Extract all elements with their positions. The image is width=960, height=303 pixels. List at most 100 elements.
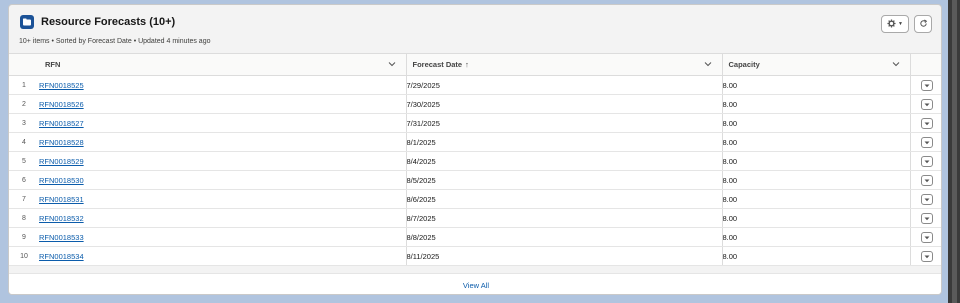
capacity-cell: 8.00 (722, 132, 911, 152)
table-row: 2 RFN0018526 7/30/2025 8.00 (9, 94, 941, 114)
row-actions-cell (910, 246, 941, 266)
forecast-date-cell: 7/30/2025 (406, 94, 723, 114)
chevron-down-icon[interactable] (892, 60, 900, 70)
row-number: 2 (9, 94, 39, 114)
forecast-date-cell: 8/5/2025 (406, 170, 723, 190)
table-row: 3 RFN0018527 7/31/2025 8.00 (9, 113, 941, 133)
row-number: 1 (9, 75, 39, 95)
row-actions-cell (910, 227, 941, 247)
row-action-menu-button[interactable] (920, 117, 933, 129)
table-row: 4 RFN0018528 8/1/2025 8.00 (9, 132, 941, 152)
row-number-header (9, 53, 39, 76)
table-row: 8 RFN0018532 8/7/2025 8.00 (9, 208, 941, 228)
rfn-link[interactable]: RFN0018531 (39, 195, 84, 204)
row-number: 8 (9, 208, 39, 228)
rfn-link[interactable]: RFN0018525 (39, 81, 84, 90)
capacity-cell: 8.00 (722, 94, 911, 114)
refresh-button[interactable] (914, 15, 932, 33)
row-actions-cell (910, 132, 941, 152)
chevron-down-icon: ▼ (898, 21, 903, 27)
forecast-date-cell: 7/29/2025 (406, 75, 723, 95)
table-header-row: RFN Forecast Date ↑ Capacity (9, 53, 941, 76)
capacity-cell: 8.00 (722, 170, 911, 190)
rfn-link[interactable]: RFN0018532 (39, 214, 84, 223)
column-header-rfn[interactable]: RFN (39, 53, 407, 76)
forecast-date-cell: 8/1/2025 (406, 132, 723, 152)
row-actions-cell (910, 208, 941, 228)
row-actions-cell (910, 94, 941, 114)
card-header: Resource Forecasts (10+) 10+ items • Sor… (9, 5, 941, 53)
row-action-menu-button[interactable] (920, 79, 933, 91)
chevron-down-icon (924, 198, 930, 201)
rfn-link[interactable]: RFN0018527 (39, 119, 84, 128)
rfn-cell: RFN0018531 (39, 189, 407, 209)
row-action-menu-button[interactable] (920, 193, 933, 205)
sort-ascending-icon: ↑ (465, 60, 469, 69)
list-object-icon (20, 15, 34, 29)
row-number: 10 (9, 246, 39, 266)
forecast-date-cell: 8/4/2025 (406, 151, 723, 171)
rfn-link[interactable]: RFN0018526 (39, 100, 84, 109)
window-edge (948, 0, 960, 303)
related-list-card: Resource Forecasts (10+) 10+ items • Sor… (8, 4, 942, 295)
rfn-cell: RFN0018534 (39, 246, 407, 266)
table-row: 1 RFN0018525 7/29/2025 8.00 (9, 75, 941, 95)
column-label: RFN (45, 60, 61, 69)
row-action-menu-button[interactable] (920, 155, 933, 167)
forecast-date-cell: 8/7/2025 (406, 208, 723, 228)
row-action-menu-button[interactable] (920, 98, 933, 110)
row-actions-cell (910, 113, 941, 133)
row-actions-cell (910, 170, 941, 190)
chevron-down-icon[interactable] (388, 60, 396, 70)
row-number: 6 (9, 170, 39, 190)
chevron-down-icon (924, 122, 930, 125)
rfn-link[interactable]: RFN0018529 (39, 157, 84, 166)
row-number: 5 (9, 151, 39, 171)
list-settings-button[interactable]: ▼ (881, 15, 909, 33)
capacity-cell: 8.00 (722, 75, 911, 95)
forecast-date-cell: 8/6/2025 (406, 189, 723, 209)
row-action-menu-button[interactable] (920, 212, 933, 224)
row-actions-cell (910, 75, 941, 95)
row-number: 3 (9, 113, 39, 133)
table-row: 10 RFN0018534 8/11/2025 8.00 (9, 246, 941, 266)
column-label: Capacity (728, 60, 760, 69)
gear-icon (887, 18, 896, 30)
chevron-down-icon (924, 236, 930, 239)
chevron-down-icon (924, 160, 930, 163)
view-all-link[interactable]: View All (463, 281, 489, 290)
card-title[interactable]: Resource Forecasts (10+) (41, 16, 175, 28)
row-actions-cell (910, 151, 941, 171)
column-header-forecast-date[interactable]: Forecast Date ↑ (406, 53, 723, 76)
forecast-date-cell: 7/31/2025 (406, 113, 723, 133)
column-header-capacity[interactable]: Capacity (722, 53, 911, 76)
rfn-link[interactable]: RFN0018530 (39, 176, 84, 185)
rfn-link[interactable]: RFN0018533 (39, 233, 84, 242)
row-number: 4 (9, 132, 39, 152)
chevron-down-icon (924, 84, 930, 87)
rfn-cell: RFN0018530 (39, 170, 407, 190)
rfn-link[interactable]: RFN0018534 (39, 252, 84, 261)
capacity-cell: 8.00 (722, 151, 911, 171)
row-action-menu-button[interactable] (920, 231, 933, 243)
capacity-cell: 8.00 (722, 227, 911, 247)
rfn-cell: RFN0018533 (39, 227, 407, 247)
row-number: 9 (9, 227, 39, 247)
row-action-menu-button[interactable] (920, 250, 933, 262)
rfn-link[interactable]: RFN0018528 (39, 138, 84, 147)
chevron-down-icon (924, 255, 930, 258)
rfn-cell: RFN0018529 (39, 151, 407, 171)
row-action-menu-button[interactable] (920, 174, 933, 186)
actions-header (910, 53, 941, 76)
capacity-cell: 8.00 (722, 208, 911, 228)
table-row: 5 RFN0018529 8/4/2025 8.00 (9, 151, 941, 171)
rfn-cell: RFN0018532 (39, 208, 407, 228)
chevron-down-icon (924, 217, 930, 220)
forecast-date-cell: 8/11/2025 (406, 246, 723, 266)
column-label: Forecast Date (412, 60, 463, 69)
card-footer: View All (9, 273, 941, 294)
chevron-down-icon[interactable] (704, 60, 712, 70)
row-number: 7 (9, 189, 39, 209)
capacity-cell: 8.00 (722, 246, 911, 266)
row-action-menu-button[interactable] (920, 136, 933, 148)
